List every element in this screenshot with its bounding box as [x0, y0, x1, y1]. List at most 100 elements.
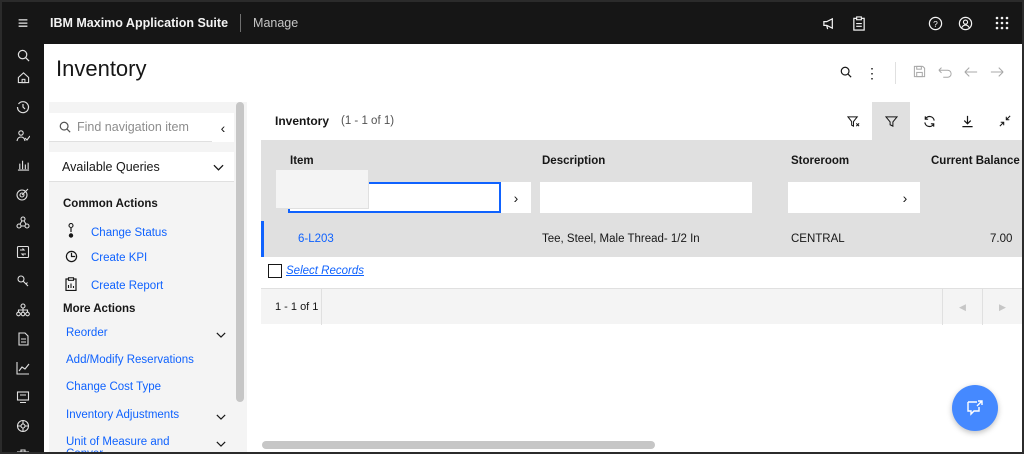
add-modify-reservations-action[interactable]: Add/Modify Reservations — [66, 354, 226, 366]
change-cost-type-action[interactable]: Change Cost Type — [66, 381, 226, 393]
filter-icon[interactable] — [872, 102, 910, 140]
brand-name: IBM Maximo Application Suite — [50, 16, 229, 30]
feedback-chat-button[interactable] — [952, 385, 998, 431]
chevron-right-icon[interactable]: › — [501, 182, 531, 213]
workflow-icon[interactable] — [2, 237, 44, 266]
recent-icon[interactable] — [2, 92, 44, 121]
table-toolbar: Inventory (1 - 1 of 1) — [261, 102, 1022, 140]
chevron-down-icon — [213, 160, 224, 174]
page-title: Inventory — [56, 56, 147, 81]
search-icon — [59, 121, 71, 133]
overflow-menu-icon[interactable]: ⋮ — [861, 65, 883, 82]
app-window: ≡ IBM Maximo Application Suite Manage ? — [0, 0, 1024, 454]
refresh-icon[interactable] — [910, 102, 948, 140]
menu-icon[interactable]: ≡ — [2, 2, 44, 44]
create-report-action[interactable]: Create Report — [63, 277, 163, 294]
change-status-action[interactable]: Change Status — [63, 222, 168, 242]
cell-description: Tee, Steel, Male Thread- 1/2 In — [542, 233, 700, 245]
divider — [321, 289, 322, 325]
item-link[interactable]: 6-L203 — [298, 233, 334, 245]
reorder-action[interactable]: Reorder — [66, 327, 226, 341]
clear-filter-icon[interactable] — [834, 102, 872, 140]
nav-search-placeholder: Find navigation item — [77, 120, 189, 134]
analytics-icon[interactable] — [2, 353, 44, 382]
search-icon[interactable] — [2, 44, 44, 66]
table-title: Inventory — [275, 114, 330, 128]
chevron-left-icon[interactable]: ‹ — [212, 113, 234, 142]
pagination-text: 1 - 1 of 1 — [275, 301, 319, 313]
column-header-storeroom[interactable]: Storeroom — [791, 155, 849, 167]
hierarchy-icon[interactable] — [2, 295, 44, 324]
queries-label: Available Queries — [62, 159, 160, 174]
gear-icon[interactable] — [2, 411, 44, 440]
action-label: Unit of Measure and Conver... — [66, 436, 170, 454]
back-arrow-icon[interactable] — [960, 65, 982, 81]
top-bar: ≡ IBM Maximo Application Suite Manage ? — [2, 2, 1022, 44]
nav-search-input[interactable]: Find navigation item — [49, 113, 212, 142]
forward-arrow-icon[interactable] — [986, 65, 1008, 81]
key-icon[interactable] — [2, 266, 44, 295]
target-icon[interactable] — [2, 179, 44, 208]
action-label: Inventory Adjustments — [66, 409, 180, 421]
inventory-adjustments-action[interactable]: Inventory Adjustments — [66, 409, 226, 423]
briefcase-icon[interactable] — [2, 440, 44, 452]
download-icon[interactable] — [948, 102, 986, 140]
help-icon[interactable]: ? — [920, 2, 950, 44]
description-filter-input[interactable] — [540, 182, 752, 213]
table-row[interactable]: 6-L203 Tee, Steel, Male Thread- 1/2 In C… — [261, 221, 1022, 257]
people-icon[interactable] — [2, 121, 44, 150]
nav-scrollbar[interactable] — [236, 102, 244, 402]
unit-of-measure-action[interactable]: Unit of Measure and Conver... — [66, 436, 226, 454]
chevron-down-icon — [216, 409, 226, 423]
collapse-icon[interactable] — [986, 102, 1022, 140]
user-icon[interactable] — [950, 2, 980, 44]
undo-icon[interactable] — [934, 65, 956, 81]
chevron-right-icon[interactable]: › — [890, 182, 920, 213]
column-header-item[interactable]: Item — [290, 155, 314, 167]
select-records-label: Select Records — [286, 265, 364, 277]
create-kpi-action[interactable]: Create KPI — [63, 250, 147, 266]
action-label: Add/Modify Reservations — [66, 354, 194, 366]
clipboard-icon[interactable] — [844, 2, 874, 44]
tooltip-popup — [275, 169, 369, 209]
chat-launch-icon — [967, 400, 983, 416]
previous-page-icon[interactable]: ◀ — [942, 289, 982, 325]
column-header-current-balance[interactable]: Current Balance — [931, 155, 1020, 167]
available-queries-dropdown[interactable]: Available Queries — [49, 152, 234, 182]
document-icon[interactable] — [2, 324, 44, 353]
side-rail — [2, 44, 44, 452]
save-icon[interactable] — [908, 65, 930, 81]
select-records-checkbox[interactable] — [268, 264, 282, 278]
horizontal-scrollbar[interactable] — [262, 441, 655, 449]
table-header: Item Description Storeroom Current Balan… — [261, 140, 1022, 221]
app-name[interactable]: Manage — [253, 16, 298, 30]
select-records-link[interactable]: Select Records — [268, 264, 364, 278]
chevron-down-icon — [216, 327, 226, 341]
common-actions-heading: Common Actions — [63, 198, 158, 210]
next-page-icon[interactable]: ▶ — [982, 289, 1022, 325]
svg-text:?: ? — [933, 18, 938, 28]
storeroom-filter-input[interactable] — [788, 182, 890, 213]
app-switcher-icon[interactable] — [980, 2, 1022, 44]
page-toolbar: ⋮ — [835, 62, 1008, 84]
cell-storeroom: CENTRAL — [791, 233, 845, 245]
screen-icon[interactable] — [2, 382, 44, 411]
network-icon[interactable] — [2, 208, 44, 237]
divider — [895, 62, 896, 84]
chart-icon[interactable] — [2, 150, 44, 179]
report-icon — [63, 277, 79, 294]
kpi-icon — [63, 250, 79, 266]
action-label: Reorder — [66, 327, 108, 339]
status-icon — [63, 222, 79, 242]
action-label: Change Status — [91, 226, 168, 239]
home-icon[interactable] — [2, 66, 44, 88]
search-icon[interactable] — [835, 65, 857, 81]
action-label: Create Report — [91, 279, 164, 292]
more-actions-heading: More Actions — [63, 303, 136, 315]
megaphone-icon[interactable] — [814, 2, 844, 44]
action-label: Change Cost Type — [66, 381, 162, 393]
divider — [240, 14, 242, 32]
pagination-bar: 1 - 1 of 1 ◀ ▶ — [261, 288, 1022, 325]
table-count: (1 - 1 of 1) — [341, 115, 395, 127]
column-header-description[interactable]: Description — [542, 155, 605, 167]
